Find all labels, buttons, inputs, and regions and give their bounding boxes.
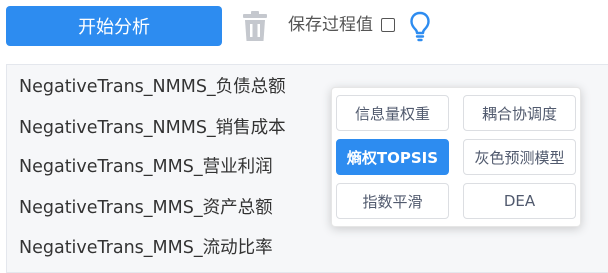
method-button-grey-prediction[interactable]: 灰色预测模型 <box>463 139 576 175</box>
method-popover: 信息量权重 耦合协调度 熵权TOPSIS 灰色预测模型 指数平滑 DEA <box>331 87 581 227</box>
method-button-exponential-smoothing[interactable]: 指数平滑 <box>336 183 449 219</box>
toolbar: 开始分析 保存过程值 <box>0 0 608 56</box>
list-item[interactable]: NegativeTrans_NMMS_销售成本 <box>19 115 286 141</box>
save-process-checkbox[interactable] <box>381 18 395 32</box>
method-button-info-weight[interactable]: 信息量权重 <box>336 95 449 131</box>
save-process-label: 保存过程值 <box>288 15 373 35</box>
method-button-dea[interactable]: DEA <box>463 183 576 219</box>
trash-icon[interactable] <box>240 10 270 42</box>
list-item[interactable]: NegativeTrans_MMS_流动比率 <box>19 235 273 261</box>
list-item[interactable]: NegativeTrans_MMS_营业利润 <box>19 154 273 180</box>
method-button-entropy-topsis[interactable]: 熵权TOPSIS <box>336 139 449 175</box>
lightbulb-icon[interactable] <box>409 10 431 42</box>
method-button-coupling-coordination[interactable]: 耦合协调度 <box>463 95 576 131</box>
start-analysis-button[interactable]: 开始分析 <box>6 6 222 46</box>
list-item[interactable]: NegativeTrans_MMS_资产总额 <box>19 195 273 221</box>
list-item[interactable]: NegativeTrans_NMMS_负债总额 <box>19 74 286 100</box>
